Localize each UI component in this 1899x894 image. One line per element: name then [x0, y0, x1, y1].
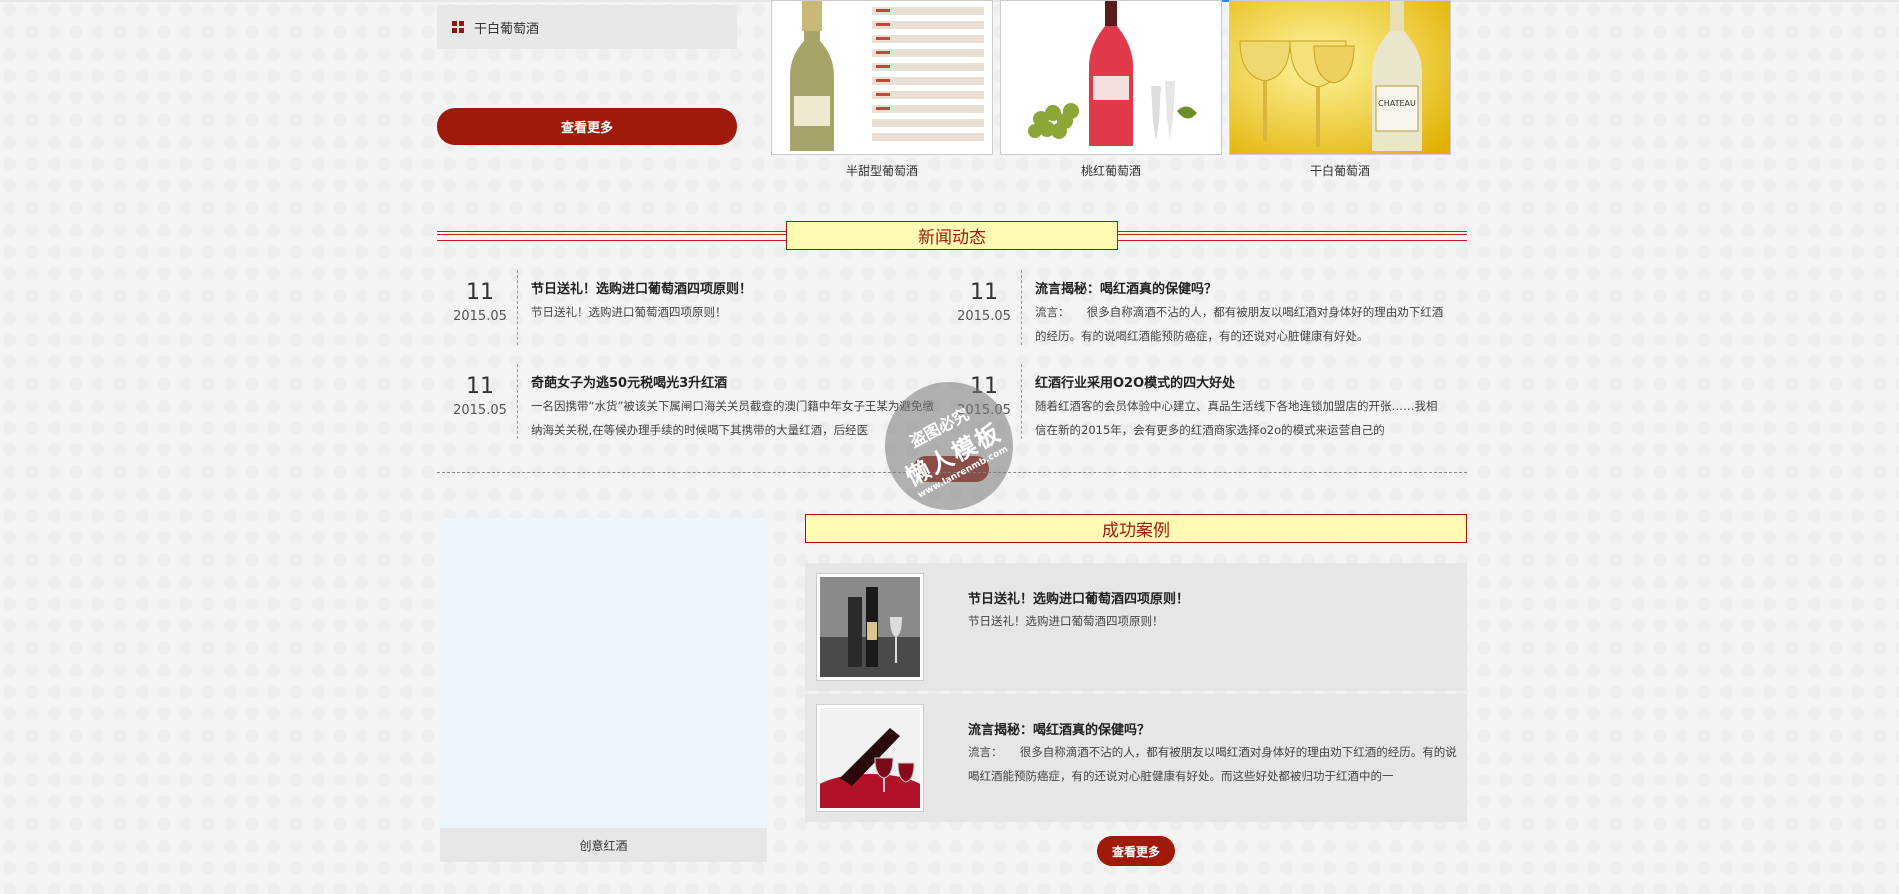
svg-text:CHATEAU: CHATEAU	[1378, 99, 1416, 108]
news-date: 11 2015.05	[446, 374, 514, 418]
case-title[interactable]: 流言揭秘：喝红酒真的保健吗？	[968, 719, 1150, 738]
product-caption[interactable]: 桃红葡萄酒	[1000, 162, 1222, 179]
category-item-dry-white[interactable]: 干白葡萄酒	[437, 5, 737, 49]
creative-caption[interactable]: 创意红酒	[440, 828, 767, 862]
news-year-month: 2015.05	[453, 403, 507, 418]
product-image[interactable]: CHATEAU	[1229, 0, 1451, 155]
case-title[interactable]: 节日送礼！选购进口葡萄酒四项原则！	[968, 588, 1189, 607]
news-desc: 流言： 很多自称滴酒不沾的人，都有被朋友以喝红酒对身体好的理由劝下红酒的经历。有…	[1035, 305, 1444, 343]
cases-more-button[interactable]: 查看更多	[1097, 836, 1175, 866]
case-desc: 流言： 很多自称滴酒不沾的人，都有被朋友以喝红酒对身体好的理由劝下红酒的经历。有…	[968, 745, 1457, 783]
news-year-month: 2015.05	[957, 309, 1011, 324]
cases-section-title: 成功案例	[805, 514, 1467, 543]
product-image[interactable]	[1000, 0, 1222, 155]
case-item[interactable]: 节日送礼！选购进口葡萄酒四项原则！ 节日送礼！选购进口葡萄酒四项原则！	[805, 563, 1467, 691]
product-caption[interactable]: 干白葡萄酒	[1229, 162, 1451, 179]
product-card[interactable]: CHATEAU 干白葡萄酒	[1229, 0, 1451, 179]
category-label: 干白葡萄酒	[474, 21, 540, 37]
news-separator	[1021, 270, 1022, 345]
case-desc: 节日送礼！选购进口葡萄酒四项原则！	[968, 614, 1164, 628]
product-card[interactable]: 桃红葡萄酒	[1000, 0, 1222, 179]
news-desc: 随着红酒客的会员体验中心建立、真品生活线下各地连锁加盟店的开张……我相信在新的2…	[1035, 399, 1438, 437]
news-title[interactable]: 红酒行业采用O2O模式的四大好处	[1035, 372, 1235, 391]
news-item[interactable]: 11 2015.05 流言揭秘：喝红酒真的保健吗？ 流言： 很多自称滴酒不沾的人…	[950, 270, 1443, 352]
news-item[interactable]: 11 2015.05 奇葩女子为逃50元税喝光3升红酒 一名因携带“水货”被该关…	[446, 364, 934, 446]
product-card[interactable]: 半甜型葡萄酒	[771, 0, 993, 179]
news-title[interactable]: 流言揭秘：喝红酒真的保健吗？	[1035, 278, 1217, 297]
product-image[interactable]	[771, 0, 993, 155]
news-desc: 一名因携带“水货”被该关下属闸口海关关员截查的澳门籍中年女子王某为避免缴纳海关关…	[531, 399, 934, 437]
creative-wine-panel[interactable]: 创意红酒	[440, 518, 767, 862]
news-title[interactable]: 节日送礼！选购进口葡萄酒四项原则！	[531, 278, 752, 297]
news-separator	[1021, 364, 1022, 439]
news-title[interactable]: 奇葩女子为逃50元税喝光3升红酒	[531, 372, 727, 391]
news-date: 11 2015.05	[446, 280, 514, 324]
news-separator	[517, 364, 518, 439]
case-thumbnail[interactable]	[816, 704, 924, 812]
news-day: 11	[466, 280, 494, 305]
news-date: 11 2015.05	[950, 280, 1018, 324]
news-separator	[517, 270, 518, 345]
grid-icon	[452, 21, 464, 33]
news-section-title: 新闻动态	[786, 221, 1118, 250]
news-day: 11	[970, 280, 998, 305]
news-item[interactable]: 11 2015.05 红酒行业采用O2O模式的四大好处 随着红酒客的会员体验中心…	[950, 364, 1438, 446]
news-item[interactable]: 11 2015.05 节日送礼！选购进口葡萄酒四项原则！ 节日送礼！选购进口葡萄…	[446, 270, 926, 352]
news-desc: 节日送礼！选购进口葡萄酒四项原则！	[531, 305, 727, 319]
case-item[interactable]: 流言揭秘：喝红酒真的保健吗？ 流言： 很多自称滴酒不沾的人，都有被朋友以喝红酒对…	[805, 694, 1467, 822]
case-thumbnail[interactable]	[816, 573, 924, 681]
product-caption[interactable]: 半甜型葡萄酒	[771, 162, 993, 179]
view-more-button[interactable]: 查看更多	[437, 108, 737, 145]
news-day: 11	[466, 374, 494, 399]
news-year-month: 2015.05	[453, 309, 507, 324]
